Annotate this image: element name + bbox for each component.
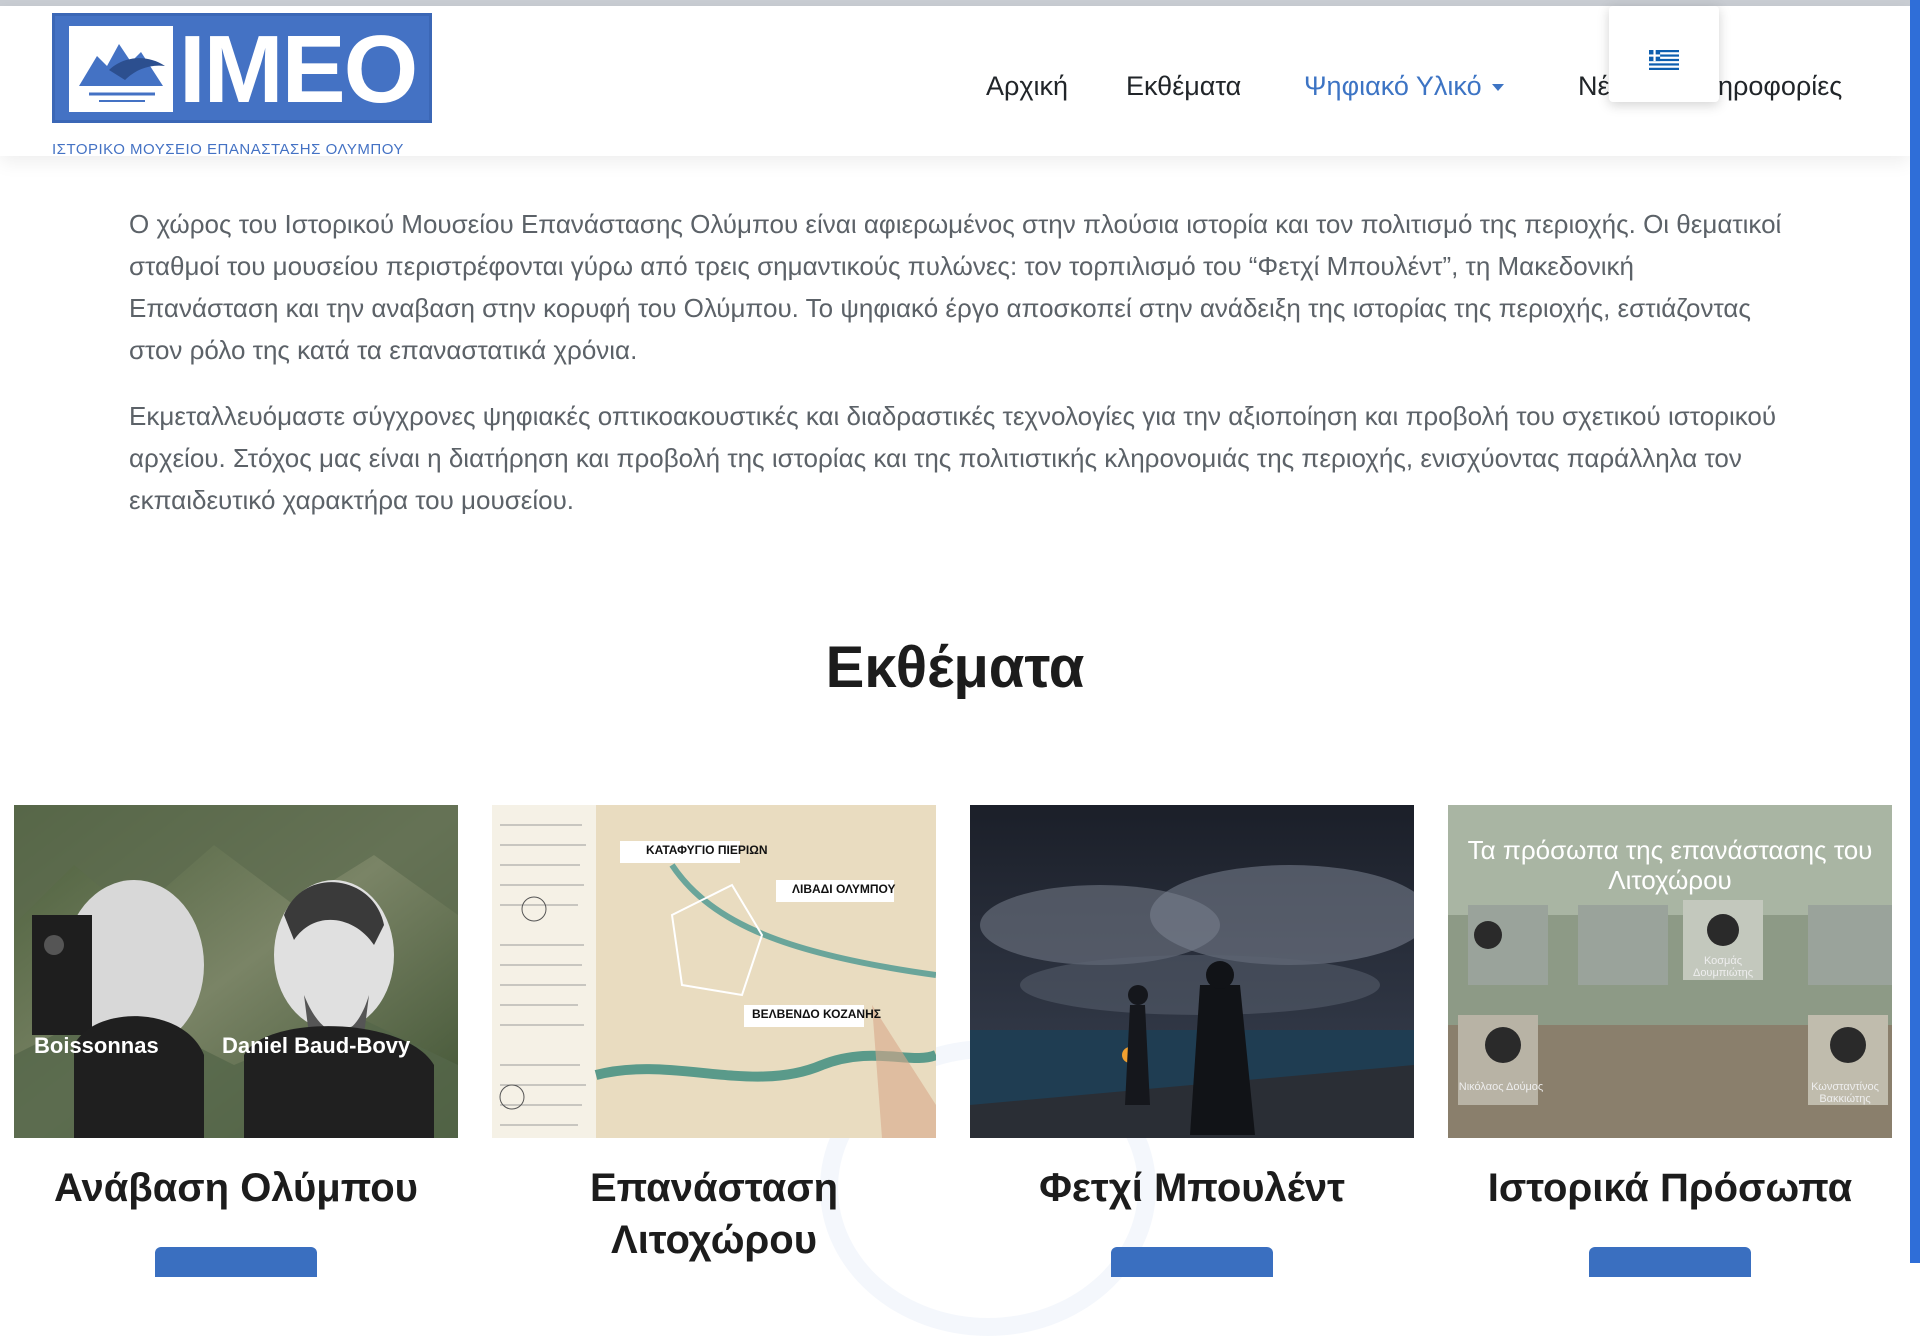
exhibit-title[interactable]: Ανάβαση Ολύμπου [14, 1162, 458, 1214]
exhibit-image-fethi-bulent[interactable] [970, 805, 1414, 1138]
nav-information[interactable]: ηροφορίες [1718, 66, 1842, 106]
map-label: ΒΕΛΒΕΝΔΟ ΚΟΖΑΝΗΣ [752, 1007, 881, 1021]
exhibit-card-olympus-ascent[interactable]: Boissonnas Daniel Baud-Bovy Ανάβαση Ολύμ… [14, 805, 458, 1214]
site-logo[interactable]: IMEO ΙΣΤΟΡΙΚΟ ΜΟΥΣΕΙΟ ΕΠΑΝΑΣΤΑΣΗΣ ΟΛΥΜΠΟ… [52, 13, 432, 161]
intro-paragraph-1: Ο χώρος του Ιστορικού Μουσείου Επανάστασ… [129, 209, 1782, 365]
mountain-eagle-icon [69, 26, 173, 112]
exhibit-title[interactable]: Επανάσταση Λιτοχώρου [492, 1162, 936, 1266]
logo-box: IMEO [52, 13, 432, 123]
intro-text: Ο χώρος του Ιστορικού Μουσείου Επανάστασ… [129, 203, 1789, 545]
exhibit-image-litochoro-revolution[interactable]: ΚΑΤΑΦΥΓΙΟ ΠΙΕΡΙΩΝ ΛΙΒΑΔΙ ΟΛΥΜΠΟΥ ΒΕΛΒΕΝΔ… [492, 805, 936, 1138]
nav-news[interactable]: Νέ [1578, 66, 1610, 106]
exhibit-image-olympus-ascent[interactable]: Boissonnas Daniel Baud-Bovy [14, 805, 458, 1138]
intro-paragraph-2: Εκμεταλλευόμαστε σύγχρονες ψηφιακές οπτι… [129, 401, 1777, 515]
map-label: ΛΙΒΑΔΙ ΟΛΥΜΠΟΥ [792, 882, 896, 896]
nav-home[interactable]: Αρχική [986, 66, 1068, 106]
exhibit-card-fethi-bulent[interactable]: Φετχί Μπουλέντ [970, 805, 1414, 1214]
exhibit-button[interactable] [1589, 1247, 1751, 1277]
logo-text: IMEO [179, 16, 418, 123]
exhibit-button[interactable] [1111, 1247, 1273, 1277]
exhibit-button[interactable] [155, 1247, 317, 1277]
exhibit-card-historical-figures[interactable]: Τα πρόσωπα της επανάστασης του Λιτοχώρου… [1448, 805, 1892, 1214]
nav-exhibits[interactable]: Εκθέματα [1126, 66, 1241, 106]
nav-digital-material-label: Ψηφιακό Υλικό [1304, 71, 1482, 101]
chevron-down-icon [1491, 84, 1504, 92]
exhibit-title[interactable]: Ιστορικά Πρόσωπα [1448, 1162, 1892, 1214]
image-caption: Κοσμάς Δουμπιώτης [1692, 955, 1754, 979]
language-switcher[interactable] [1609, 6, 1719, 102]
logo-subtitle: ΙΣΤΟΡΙΚΟ ΜΟΥΣΕΙΟ ΕΠΑΝΑΣΤΑΣΗΣ ΟΛΥΜΠΟΥ [52, 141, 404, 158]
exhibits-heading: Εκθέματα [825, 635, 1085, 700]
exhibit-card-litochoro-revolution[interactable]: ΚΑΤΑΦΥΓΙΟ ΠΙΕΡΙΩΝ ΛΙΒΑΔΙ ΟΛΥΜΠΟΥ ΒΕΛΒΕΝΔ… [492, 805, 936, 1266]
side-scrollbar[interactable] [1910, 0, 1920, 1263]
exhibit-image-historical-figures[interactable]: Τα πρόσωπα της επανάστασης του Λιτοχώρου… [1448, 805, 1892, 1138]
image-caption: Κωνσταντίνος Βακκιώτης [1811, 1081, 1879, 1105]
greek-flag-icon[interactable] [1649, 50, 1679, 70]
exhibit-title[interactable]: Φετχί Μπουλέντ [970, 1162, 1414, 1214]
map-label: ΚΑΤΑΦΥΓΙΟ ΠΙΕΡΙΩΝ [646, 843, 768, 857]
image-caption: Boissonnas [34, 1033, 159, 1058]
image-caption: Τα πρόσωπα της επανάστασης του Λιτοχώρου [1467, 835, 1873, 895]
nav-digital-material[interactable]: Ψηφιακό Υλικό [1304, 66, 1504, 106]
image-caption: Daniel Baud-Bovy [222, 1033, 411, 1058]
image-caption: Νικόλαος Δούμος [1458, 1081, 1544, 1093]
